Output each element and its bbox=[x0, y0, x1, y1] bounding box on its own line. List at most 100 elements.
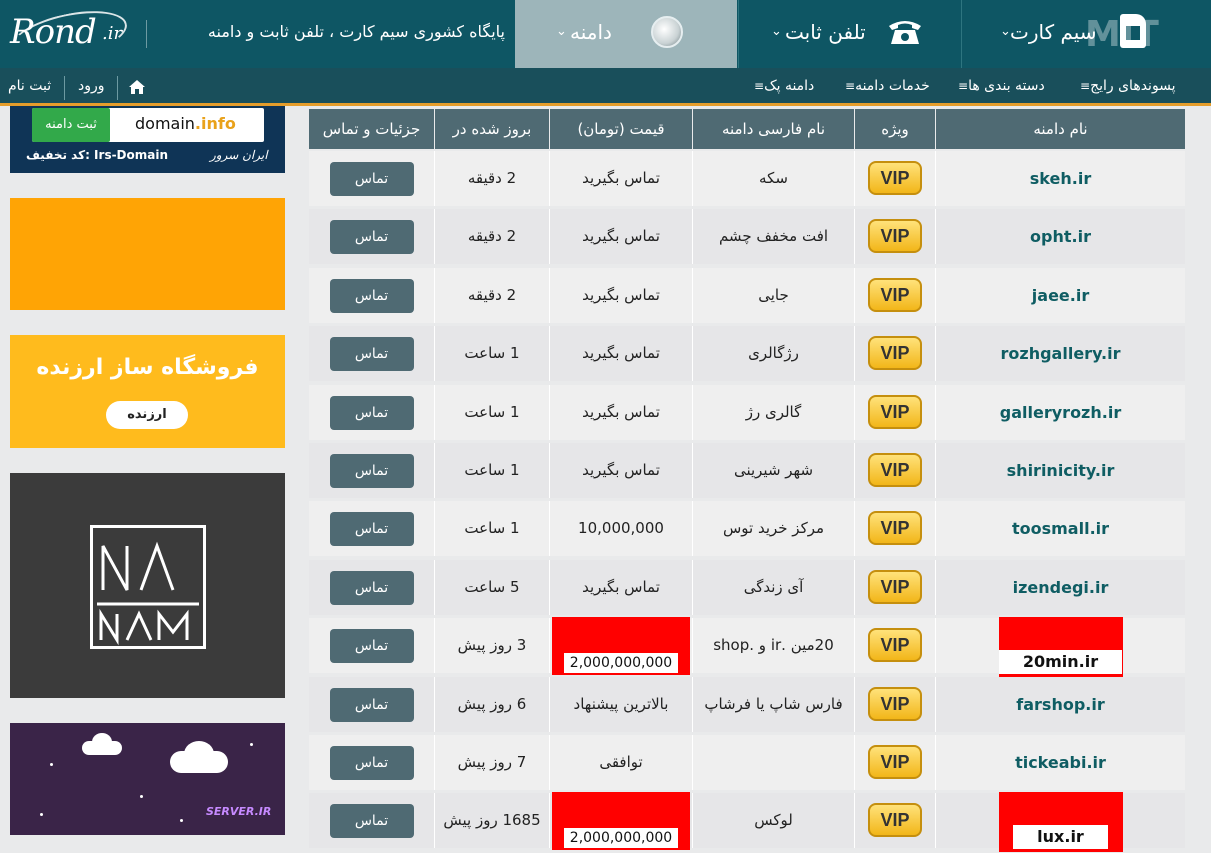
domain-link[interactable]: opht.ir bbox=[1030, 227, 1091, 246]
price-cell: 10,000,000 bbox=[549, 501, 692, 557]
persian-name-cell: فارس شاپ یا فرشاپ bbox=[692, 676, 854, 732]
domain-link[interactable]: toosmall.ir bbox=[1012, 519, 1109, 538]
updated-cell: 1 ساعت bbox=[434, 501, 549, 557]
action-cell: تماس bbox=[309, 560, 434, 615]
updated-cell: 2 دقیقه bbox=[434, 267, 549, 323]
domain-link[interactable]: jaee.ir bbox=[1032, 286, 1089, 305]
site-description: پایگاه کشوری سیم کارت ، تلفن ثابت و دامن… bbox=[207, 22, 505, 41]
contact-button[interactable]: تماس bbox=[329, 395, 414, 430]
price-cell: تماس بگیرید bbox=[549, 443, 692, 498]
vip-badge-icon: VIP bbox=[868, 803, 922, 838]
persian-name: 20مین .ir و .shop bbox=[713, 636, 834, 655]
ad-nam-logo[interactable] bbox=[10, 473, 285, 698]
updated-value: 2 دقیقه bbox=[467, 227, 517, 246]
globe-icon bbox=[651, 16, 683, 48]
contact-button[interactable]: تماس bbox=[329, 337, 414, 372]
highlight-box: lux.ir bbox=[998, 792, 1123, 853]
contact-button[interactable]: تماس bbox=[329, 629, 414, 664]
ad3-title: فروشگاه ساز ارزنده bbox=[36, 355, 259, 380]
table-row: galleryrozh.ir VIP گالری رژ تماس بگیرید 1 سا… bbox=[309, 384, 1185, 440]
ad-orange-banner[interactable] bbox=[10, 198, 285, 310]
vip-cell: VIP bbox=[854, 267, 935, 323]
table-row: 20min.ir VIP 20مین .ir و .shop 2,000,000,00… bbox=[309, 617, 1185, 678]
ad-arzande-store[interactable]: فروشگاه ساز ارزنده ارزنده bbox=[10, 335, 285, 448]
nav-domain-pack[interactable]: دامنه پک≡ bbox=[752, 78, 814, 94]
action-cell: تماس bbox=[309, 151, 434, 206]
domain-link[interactable]: skeh.ir bbox=[1030, 169, 1091, 188]
domain-cell: tickeabi.ir bbox=[935, 735, 1185, 790]
domain-link[interactable]: lux.ir bbox=[1013, 825, 1108, 850]
updated-cell: 1 ساعت bbox=[434, 384, 549, 440]
ad-server-ir[interactable]: SERVER.IR bbox=[10, 723, 285, 835]
domain-link[interactable]: galleryrozh.ir bbox=[1000, 403, 1121, 422]
nav-domain-services[interactable]: خدمات دامنه≡ bbox=[843, 78, 930, 94]
domain-link[interactable]: 20min.ir bbox=[998, 650, 1123, 675]
domain-link[interactable]: tickeabi.ir bbox=[1015, 753, 1106, 772]
star-icon bbox=[140, 795, 143, 798]
contact-button[interactable]: تماس bbox=[329, 687, 414, 722]
updated-cell: 6 روز پیش bbox=[434, 676, 549, 732]
price-cell: تماس بگیرید bbox=[549, 326, 692, 382]
vip-cell: VIP bbox=[854, 735, 935, 790]
table-row: lux.ir VIP لوکس 2,000,000,000 1685 روز پیش تم… bbox=[309, 792, 1185, 853]
domain-link[interactable]: rozhgallery.ir bbox=[1001, 344, 1121, 363]
updated-cell: 1685 روز پیش bbox=[434, 793, 549, 849]
action-cell: تماس bbox=[309, 735, 434, 790]
domain-link[interactable]: shirinicity.ir bbox=[1007, 461, 1115, 480]
contact-button[interactable]: تماس bbox=[329, 570, 414, 605]
contact-button[interactable]: تماس bbox=[329, 162, 414, 196]
updated-value: 1 ساعت bbox=[464, 519, 520, 538]
nav-common-extensions[interactable]: پسوندهای رایج≡ bbox=[1078, 78, 1176, 94]
home-icon[interactable] bbox=[128, 79, 146, 95]
contact-button[interactable]: تماس bbox=[329, 454, 414, 488]
domain-cell: izendegi.ir bbox=[935, 559, 1185, 615]
tab-landline[interactable]: تلفن ثابت ⌄ bbox=[738, 0, 960, 68]
subnav-divider bbox=[64, 76, 65, 100]
register-link[interactable]: ثبت نام bbox=[8, 78, 51, 94]
updated-value: 1 ساعت bbox=[464, 344, 520, 363]
price-value: توافقی bbox=[599, 753, 643, 771]
updated-cell: 5 ساعت bbox=[434, 559, 549, 615]
vip-cell: VIP bbox=[854, 793, 935, 849]
table-row: farshop.ir VIP فارس شاپ یا فرشاپ بالاترین پ… bbox=[309, 676, 1185, 732]
vip-cell: VIP bbox=[854, 501, 935, 557]
domain-link[interactable]: farshop.ir bbox=[1016, 695, 1104, 714]
logo-text: Rond bbox=[10, 12, 97, 52]
persian-name: مرکز خرید توس bbox=[722, 519, 825, 538]
tab-domain-label: دامنه bbox=[570, 20, 612, 44]
ad-irserver-domain[interactable]: ثبت دامنه domain.info کد تخفیف: Irs-Doma… bbox=[10, 106, 285, 173]
action-cell: تماس bbox=[309, 443, 434, 498]
sub-navigation: ثبت نام ورود دامنه پک≡ خدمات دامنه≡ دسته… bbox=[0, 68, 1211, 106]
contact-button[interactable]: تماس bbox=[329, 278, 414, 313]
tab-domain[interactable]: دامنه ⌄ bbox=[515, 0, 737, 68]
ad1-domain-text: domain.info bbox=[135, 114, 236, 133]
ad1-register-button: ثبت دامنه bbox=[32, 108, 110, 142]
domain-cell: lux.ir bbox=[935, 792, 1185, 853]
price-cell: تماس بگیرید bbox=[549, 384, 692, 440]
nam-logo-graphic bbox=[97, 541, 199, 646]
site-logo[interactable]: Rond .ir bbox=[6, 2, 132, 70]
highlight-box: 2,000,000,000 bbox=[552, 617, 690, 676]
contact-button[interactable]: تماس bbox=[329, 220, 414, 255]
header-special: ویژه bbox=[854, 109, 935, 149]
updated-value: 7 روز پیش bbox=[457, 753, 527, 771]
domain-link[interactable]: izendegi.ir bbox=[1013, 578, 1109, 597]
logo-suffix: .ir bbox=[102, 23, 123, 44]
updated-cell: 2 دقیقه bbox=[434, 209, 549, 265]
nav-categories[interactable]: دسته بندی ها≡ bbox=[956, 78, 1045, 94]
persian-name: رژگالری bbox=[748, 344, 799, 363]
vip-cell: VIP bbox=[854, 384, 935, 440]
login-link[interactable]: ورود bbox=[78, 78, 105, 94]
contact-button[interactable]: تماس bbox=[329, 512, 414, 547]
watermark: MIT bbox=[1085, 14, 1159, 55]
contact-button[interactable]: تماس bbox=[329, 804, 414, 839]
price-value: 2,000,000,000 bbox=[563, 828, 679, 849]
contact-button[interactable]: تماس bbox=[329, 746, 414, 780]
chevron-down-icon: ⌄ bbox=[556, 24, 567, 39]
persian-name-cell: مرکز خرید توس bbox=[692, 501, 854, 557]
persian-name-cell: گالری رژ bbox=[692, 384, 854, 440]
price-value: تماس بگیرید bbox=[582, 169, 660, 187]
header-domain: نام دامنه bbox=[935, 109, 1185, 149]
price-value: تماس بگیرید bbox=[582, 461, 660, 479]
table-row: jaee.ir VIP جایی تماس بگیرید 2 دقیقه تماس bbox=[309, 267, 1185, 323]
